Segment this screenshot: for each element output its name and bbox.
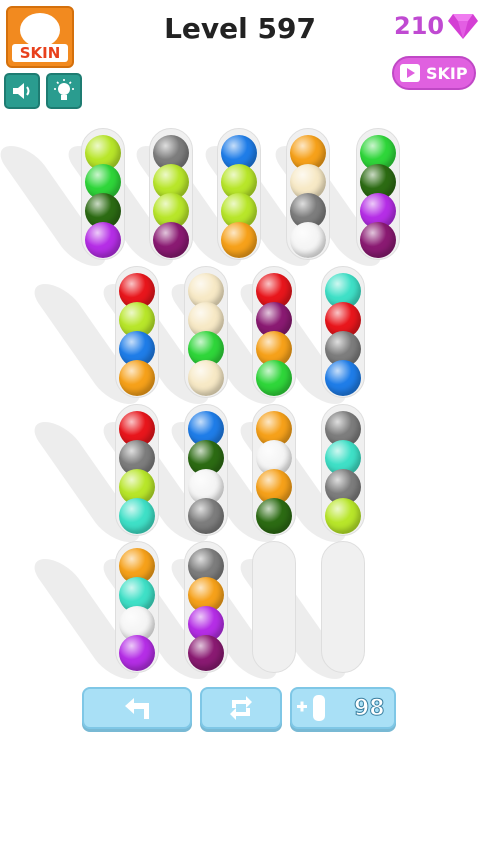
ball-darkgreen [256, 498, 292, 534]
tube-12[interactable] [252, 404, 296, 536]
tube-14[interactable] [115, 541, 159, 673]
ball-white [290, 222, 326, 258]
tube-5[interactable] [356, 128, 400, 260]
ball-purple [119, 635, 155, 671]
hint-button[interactable] [46, 73, 82, 109]
ball-plum [153, 222, 189, 258]
skip-button[interactable]: SKIP [392, 56, 476, 90]
tube-15[interactable] [184, 541, 228, 673]
undo-arrow-icon [125, 698, 149, 719]
ball-orange [119, 360, 155, 396]
skip-label: SKIP [426, 63, 468, 83]
skin-label: SKIN [12, 44, 68, 62]
tube-16[interactable] [252, 541, 296, 673]
tube-2[interactable] [149, 128, 193, 260]
add-tube-button[interactable]: 98 [290, 687, 396, 729]
gems-count: 210 [394, 12, 445, 40]
add-tube-icon [297, 695, 325, 721]
tube-7[interactable] [184, 266, 228, 398]
ball-plum [188, 635, 224, 671]
ball-cream [188, 360, 224, 396]
lightbulb-icon [54, 79, 74, 100]
tube-4[interactable] [286, 128, 330, 260]
restart-icon [230, 696, 252, 720]
ball-lime [325, 498, 361, 534]
skin-button[interactable]: SKIN [6, 6, 74, 68]
tube-1[interactable] [81, 128, 125, 260]
skin-icon [20, 13, 60, 47]
ball-teal [119, 498, 155, 534]
tube-9[interactable] [321, 266, 365, 398]
ball-green [256, 360, 292, 396]
ball-plum [360, 222, 396, 258]
add-tube-count: 98 [354, 695, 386, 721]
diamond-icon [448, 14, 478, 39]
restart-button[interactable] [200, 687, 282, 729]
tube-13[interactable] [321, 404, 365, 536]
ball-purple [85, 222, 121, 258]
ball-grey [188, 498, 224, 534]
tube-17[interactable] [321, 541, 365, 673]
sound-button[interactable] [4, 73, 40, 109]
ball-blue [325, 360, 361, 396]
tube-8[interactable] [252, 266, 296, 398]
tube-3[interactable] [217, 128, 261, 260]
ball-orange [221, 222, 257, 258]
tube-10[interactable] [115, 404, 159, 536]
video-icon [400, 64, 420, 82]
tube-11[interactable] [184, 404, 228, 536]
tube-6[interactable] [115, 266, 159, 398]
undo-button[interactable] [82, 687, 192, 729]
speaker-icon [13, 83, 30, 99]
level-title: Level 597 [164, 12, 316, 45]
